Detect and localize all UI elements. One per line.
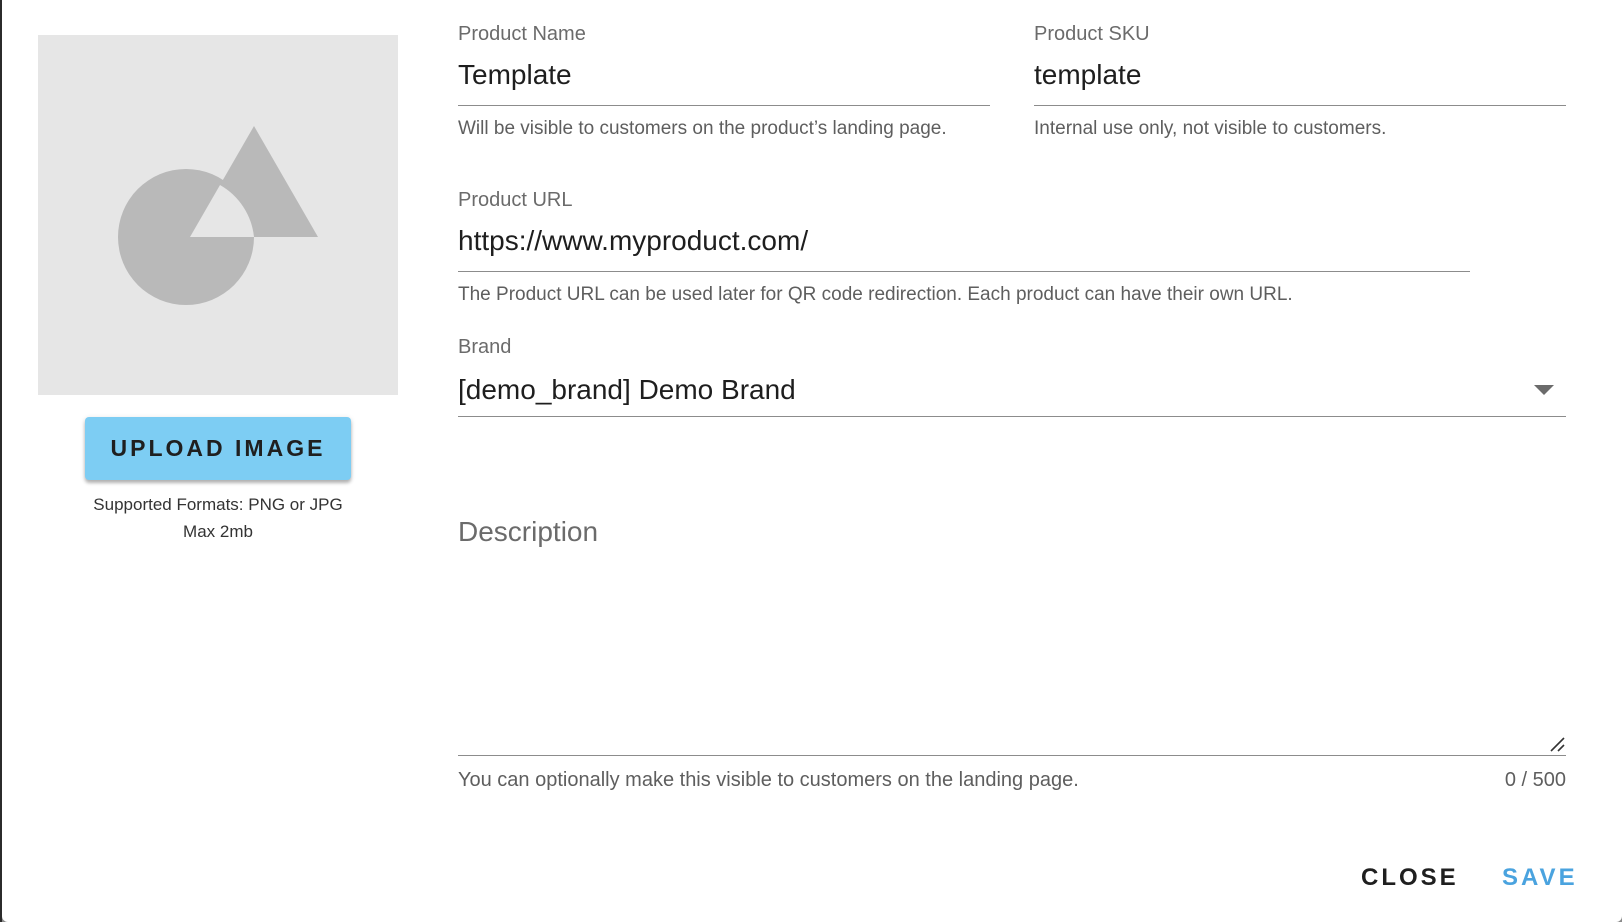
product-sku-field: Product SKU Internal use only, not visib…: [1034, 22, 1566, 140]
save-button[interactable]: SAVE: [1496, 858, 1584, 898]
product-name-hint: Will be visible to customers on the prod…: [458, 118, 947, 139]
product-url-hint: The Product URL can be used later for QR…: [458, 284, 1293, 305]
product-url-input[interactable]: [458, 216, 1470, 272]
product-image-preview: [38, 35, 398, 395]
product-name-field: Product Name Will be visible to customer…: [458, 22, 990, 140]
max-size-text: Max 2mb: [183, 522, 253, 541]
product-sku-input[interactable]: [1034, 50, 1566, 106]
product-name-input[interactable]: [458, 50, 990, 106]
brand-selected-value: [demo_brand] Demo Brand: [458, 373, 796, 405]
description-textarea[interactable]: [458, 506, 1566, 755]
brand-select[interactable]: [demo_brand] Demo Brand: [458, 363, 1566, 417]
description-hint-row: You can optionally make this visible to …: [458, 768, 1566, 792]
edit-product-dialog: UPLOAD IMAGE Supported Formats: PNG or J…: [2, 0, 1622, 922]
description-hint: You can optionally make this visible to …: [458, 769, 1079, 791]
upload-image-button[interactable]: UPLOAD IMAGE: [85, 417, 351, 480]
resize-handle-icon[interactable]: [1548, 735, 1566, 753]
product-name-label: Product Name: [458, 23, 586, 45]
product-url-label: Product URL: [458, 189, 573, 211]
close-button[interactable]: CLOSE: [1355, 858, 1465, 898]
image-placeholder-icon: [118, 126, 318, 305]
product-url-field: Product URL The Product URL can be used …: [458, 188, 1470, 306]
supported-formats-text: Supported Formats: PNG or JPG: [93, 495, 343, 514]
product-sku-label: Product SKU: [1034, 23, 1150, 45]
brand-label: Brand: [458, 336, 512, 358]
product-sku-hint: Internal use only, not visible to custom…: [1034, 118, 1387, 139]
description-counter: 0 / 500: [1504, 769, 1566, 791]
description-field: Description: [458, 506, 1566, 756]
brand-field: Brand [demo_brand] Demo Brand: [458, 335, 1566, 417]
chevron-down-icon[interactable]: [1534, 384, 1554, 395]
upload-hint: Supported Formats: PNG or JPG Max 2mb: [38, 491, 398, 545]
